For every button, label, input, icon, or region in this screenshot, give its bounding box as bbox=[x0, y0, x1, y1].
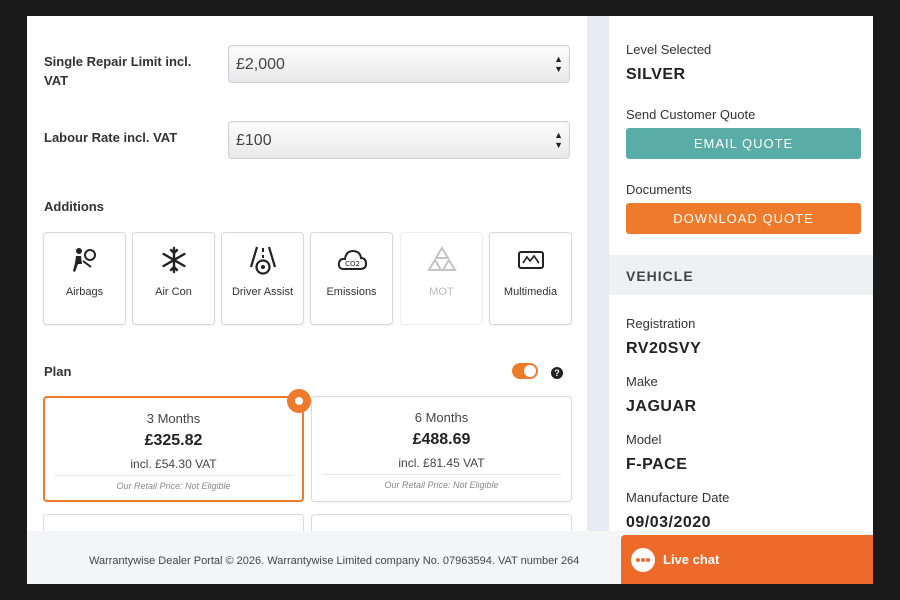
footer-text: Warrantywise Dealer Portal © 2026. Warra… bbox=[89, 555, 580, 567]
labour-rate-label: Labour Rate incl. VAT bbox=[44, 130, 178, 145]
plan-duration: 6 Months bbox=[414, 410, 469, 425]
mot-triangle-icon bbox=[427, 246, 457, 271]
registration-value: RV20SVY bbox=[626, 340, 702, 357]
pane-divider bbox=[587, 16, 609, 531]
repair-limit-label: Single Repair Limit incl. VAT bbox=[44, 54, 192, 88]
plan-price: £488.69 bbox=[412, 431, 471, 448]
make-value: JAGUAR bbox=[626, 398, 697, 415]
repair-limit-value: £2,000 bbox=[236, 56, 285, 73]
plan-duration: 3 Months bbox=[146, 411, 201, 426]
quote-label: Send Customer Quote bbox=[626, 107, 756, 122]
help-icon[interactable]: ? bbox=[551, 367, 563, 379]
addition-tile-emissions[interactable]: CO2 Emissions bbox=[310, 232, 393, 325]
selected-radio-icon bbox=[287, 389, 311, 413]
plan-retail-note: Our Retail Price: Not Eligible bbox=[116, 481, 231, 491]
vehicle-heading: VEHICLE bbox=[626, 268, 694, 284]
quote-form-pane: Single Repair Limit incl. VAT £2,000 ▲ ▼ … bbox=[27, 16, 587, 544]
plan-option-6-months[interactable]: 6 Months £488.69 incl. £81.45 VAT Our Re… bbox=[311, 396, 572, 502]
addition-tile-air-con[interactable]: Air Con bbox=[132, 232, 215, 325]
select-arrows-icon: ▲ ▼ bbox=[554, 130, 563, 150]
snowflake-icon bbox=[162, 246, 186, 274]
addition-tile-airbags[interactable]: Airbags bbox=[43, 232, 126, 325]
live-chat-button[interactable]: Live chat bbox=[621, 535, 873, 584]
summary-pane: Level Selected SILVER Send Customer Quot… bbox=[609, 16, 873, 531]
plan-retail-note: Our Retail Price: Not Eligible bbox=[384, 480, 499, 490]
documents-label: Documents bbox=[626, 182, 692, 197]
level-label: Level Selected bbox=[626, 42, 712, 57]
plan-toggle[interactable] bbox=[512, 363, 538, 379]
labour-rate-select[interactable]: £100 ▲ ▼ bbox=[228, 121, 570, 159]
plan-option-3-months[interactable]: 3 Months £325.82 incl. £54.30 VAT Our Re… bbox=[43, 396, 304, 502]
email-quote-button[interactable]: EMAIL QUOTE bbox=[626, 128, 861, 159]
labour-rate-value: £100 bbox=[236, 132, 272, 149]
addition-tile-driver-assist[interactable]: Driver Assist bbox=[221, 232, 304, 325]
download-quote-button[interactable]: DOWNLOAD QUOTE bbox=[626, 203, 861, 234]
manufacture-date-value: 09/03/2020 bbox=[626, 514, 712, 531]
plan-price: £325.82 bbox=[144, 432, 203, 449]
select-arrows-icon: ▲ ▼ bbox=[554, 54, 563, 74]
model-label: Model bbox=[626, 432, 662, 447]
addition-tile-mot[interactable]: MOT bbox=[400, 232, 483, 325]
manufacture-date-label: Manufacture Date bbox=[626, 490, 730, 505]
make-label: Make bbox=[626, 374, 658, 389]
plan-vat: incl. £54.30 VAT bbox=[130, 457, 217, 471]
plan-divider bbox=[55, 475, 292, 476]
portal-window: Single Repair Limit incl. VAT £2,000 ▲ ▼ … bbox=[27, 16, 873, 584]
addition-tile-multimedia[interactable]: Multimedia bbox=[489, 232, 572, 325]
airbag-icon bbox=[73, 248, 96, 272]
addition-label: Airbags bbox=[65, 286, 104, 298]
repair-limit-select[interactable]: £2,000 ▲ ▼ bbox=[228, 45, 570, 83]
driver-assist-icon bbox=[249, 246, 277, 275]
model-value: F-PACE bbox=[626, 456, 688, 473]
co2-cloud-icon: CO2 bbox=[337, 249, 367, 270]
addition-label: Multimedia bbox=[503, 286, 558, 298]
live-chat-label: Live chat bbox=[663, 552, 720, 567]
plan-vat: incl. £81.45 VAT bbox=[398, 456, 485, 470]
addition-label: Air Con bbox=[155, 286, 192, 298]
toggle-knob bbox=[524, 365, 536, 377]
vehicle-section-header: VEHICLE bbox=[609, 255, 873, 295]
plan-heading: Plan bbox=[44, 364, 72, 379]
additions-heading: Additions bbox=[44, 199, 104, 214]
addition-label: Driver Assist bbox=[231, 286, 294, 298]
svg-text:CO2: CO2 bbox=[345, 260, 360, 268]
multimedia-icon bbox=[518, 251, 544, 269]
plan-divider bbox=[322, 474, 561, 475]
addition-label: Emissions bbox=[326, 286, 377, 298]
addition-label: MOT bbox=[429, 286, 454, 298]
registration-label: Registration bbox=[626, 316, 696, 331]
level-value: SILVER bbox=[626, 66, 686, 83]
chat-bubble-icon bbox=[631, 548, 655, 572]
